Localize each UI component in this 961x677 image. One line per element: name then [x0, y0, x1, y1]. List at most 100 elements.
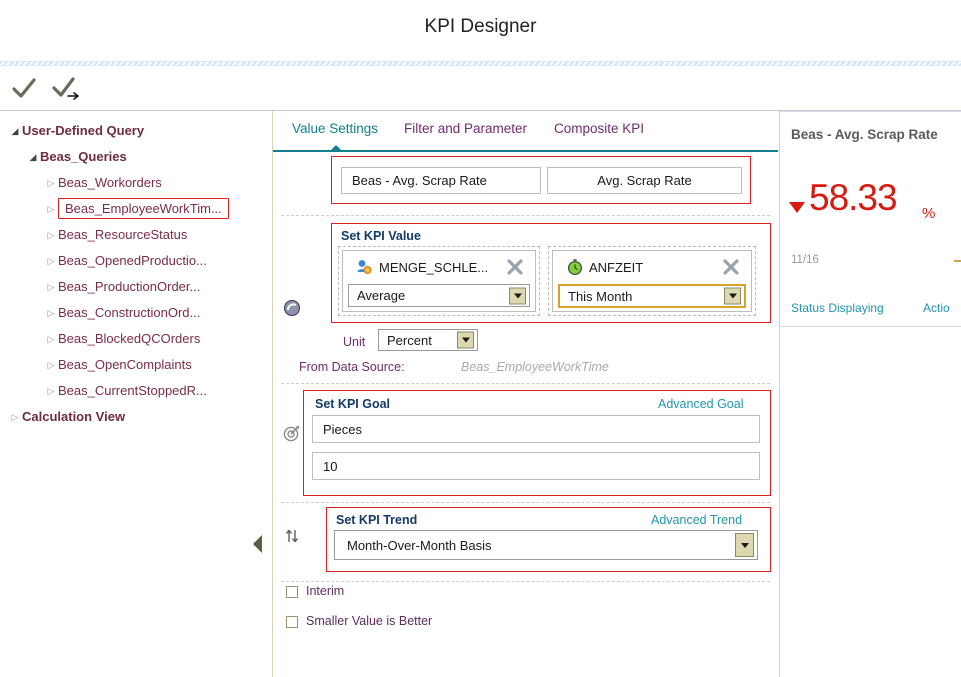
remove-measure-icon[interactable]	[504, 256, 526, 278]
tab-filter-and-parameter[interactable]: Filter and Parameter	[404, 121, 527, 136]
interim-checkbox[interactable]	[286, 586, 298, 598]
chevron-right-icon[interactable]: ▷	[8, 404, 22, 430]
goal-unit-value: Pieces	[323, 422, 362, 437]
chevron-down-icon[interactable]: ◢	[26, 144, 40, 170]
check-arrow-icon	[50, 72, 82, 104]
section-divider-3	[281, 502, 770, 503]
unit-label: Unit	[343, 335, 365, 349]
sidebar-item-11[interactable]: ▷Calculation View	[0, 403, 272, 429]
tab-active-caret	[330, 145, 342, 151]
remove-time-dimension-icon[interactable]	[720, 256, 742, 278]
sidebar-item-9[interactable]: ▷Beas_OpenComplaints	[0, 351, 272, 377]
preview-top-divider	[780, 111, 961, 112]
preview-spark-marker	[954, 260, 961, 262]
sidebar-item-2[interactable]: ▷Beas_Workorders	[0, 169, 272, 195]
action-link[interactable]: Actio	[923, 301, 950, 315]
chevron-right-icon[interactable]: ▷	[44, 248, 58, 274]
measure-icon	[356, 258, 374, 276]
data-source-value: Beas_EmployeeWorkTime	[461, 360, 609, 374]
section-divider-2	[281, 383, 770, 384]
time-period-select[interactable]: This Month	[558, 284, 746, 308]
check-icon	[8, 72, 40, 104]
aggregation-value: Average	[357, 288, 405, 303]
data-source-label: From Data Source:	[299, 360, 405, 374]
goal-value-input[interactable]: 10	[312, 452, 760, 480]
measure-row: MENGE_SCHLE...	[342, 253, 536, 281]
apply-next-button[interactable]	[50, 72, 82, 104]
chevron-right-icon[interactable]: ▷	[44, 352, 58, 378]
target-icon	[282, 423, 302, 443]
section-divider-1	[281, 215, 770, 216]
trend-basis-select[interactable]: Month-Over-Month Basis	[334, 530, 758, 560]
preview-title: Beas - Avg. Scrap Rate	[791, 127, 938, 142]
sidebar-item-label: Beas_ConstructionOrd...	[58, 300, 200, 326]
kpi-name-value: Beas - Avg. Scrap Rate	[352, 173, 487, 188]
smaller-value-better-checkbox[interactable]	[286, 616, 298, 628]
kpi-trend-title: Set KPI Trend	[336, 513, 417, 527]
collapse-sidebar-icon[interactable]	[253, 535, 262, 553]
chevron-right-icon[interactable]: ▷	[44, 196, 58, 222]
smaller-value-better-label[interactable]: Smaller Value is Better	[306, 614, 432, 628]
chevron-down-icon	[509, 287, 526, 304]
sidebar-item-label: Calculation View	[22, 404, 125, 430]
unit-select[interactable]: Percent	[378, 329, 478, 351]
chevron-down-icon[interactable]: ◢	[8, 118, 22, 144]
trend-down-icon	[789, 202, 805, 213]
sidebar-item-label: Beas_ProductionOrder...	[58, 274, 200, 300]
chevron-right-icon[interactable]: ▷	[44, 300, 58, 326]
chevron-down-icon	[457, 332, 474, 349]
time-dimension-name: ANFZEIT	[589, 260, 720, 275]
sidebar-item-label: Beas_Queries	[40, 144, 127, 170]
sidebar-item-label: Beas_ResourceStatus	[58, 222, 187, 248]
aggregation-select[interactable]: Average	[348, 284, 530, 307]
sidebar-item-label: Beas_EmployeeWorkTim...	[58, 198, 229, 219]
time-period-value: This Month	[568, 289, 632, 304]
sidebar-item-1[interactable]: ◢Beas_Queries	[0, 143, 272, 169]
sidebar-item-label: Beas_OpenedProductio...	[58, 248, 207, 274]
sidebar-item-label: Beas_Workorders	[58, 170, 162, 196]
tab-value-settings[interactable]: Value Settings	[292, 121, 378, 136]
tab-bar: Value Settings Filter and Parameter Comp…	[273, 121, 778, 155]
sidebar-item-10[interactable]: ▷Beas_CurrentStoppedR...	[0, 377, 272, 403]
title-bar: KPI Designer	[0, 0, 961, 62]
preview-bottom-divider	[780, 326, 961, 327]
tab-composite-kpi[interactable]: Composite KPI	[554, 121, 644, 136]
gauge-icon	[282, 298, 302, 318]
sidebar-item-label: User-Defined Query	[22, 118, 144, 144]
trend-basis-value: Month-Over-Month Basis	[347, 538, 492, 553]
ok-button[interactable]	[8, 72, 40, 104]
chevron-right-icon[interactable]: ▷	[44, 170, 58, 196]
chevron-right-icon[interactable]: ▷	[44, 222, 58, 248]
kpi-short-name-input[interactable]: Avg. Scrap Rate	[547, 167, 742, 194]
kpi-value-title: Set KPI Value	[341, 229, 421, 243]
value-settings-panel: Value Settings Filter and Parameter Comp…	[273, 111, 778, 677]
sidebar-item-8[interactable]: ▷Beas_BlockedQCOrders	[0, 325, 272, 351]
sidebar-item-6[interactable]: ▷Beas_ProductionOrder...	[0, 273, 272, 299]
sidebar-item-label: Beas_CurrentStoppedR...	[58, 378, 207, 404]
sidebar-item-7[interactable]: ▷Beas_ConstructionOrd...	[0, 299, 272, 325]
section-divider-4	[281, 581, 770, 582]
chevron-right-icon[interactable]: ▷	[44, 378, 58, 404]
page-title: KPI Designer	[0, 16, 961, 38]
advanced-trend-link[interactable]: Advanced Trend	[651, 513, 742, 527]
interim-label[interactable]: Interim	[306, 584, 344, 598]
clock-icon	[566, 258, 584, 276]
status-displaying-link[interactable]: Status Displaying	[791, 301, 884, 315]
tab-underline	[273, 150, 778, 152]
chevron-right-icon[interactable]: ▷	[44, 274, 58, 300]
kpi-name-input[interactable]: Beas - Avg. Scrap Rate	[341, 167, 541, 194]
kpi-short-name-value: Avg. Scrap Rate	[597, 173, 691, 188]
measure-name: MENGE_SCHLE...	[379, 260, 504, 275]
chevron-down-icon	[724, 288, 741, 305]
kpi-preview-panel: Beas - Avg. Scrap Rate 58.33 % 11/16 Sta…	[779, 111, 961, 677]
chevron-right-icon[interactable]: ▷	[44, 326, 58, 352]
advanced-goal-link[interactable]: Advanced Goal	[658, 397, 743, 411]
kpi-goal-title: Set KPI Goal	[315, 397, 390, 411]
sidebar-item-5[interactable]: ▷Beas_OpenedProductio...	[0, 247, 272, 273]
time-dimension-row: ANFZEIT	[552, 253, 752, 281]
sidebar-item-3[interactable]: ▷Beas_EmployeeWorkTim...	[0, 195, 272, 221]
sidebar-item-label: Beas_OpenComplaints	[58, 352, 192, 378]
sidebar-item-0[interactable]: ◢User-Defined Query	[0, 117, 272, 143]
goal-unit-input[interactable]: Pieces	[312, 415, 760, 443]
sidebar-item-4[interactable]: ▷Beas_ResourceStatus	[0, 221, 272, 247]
